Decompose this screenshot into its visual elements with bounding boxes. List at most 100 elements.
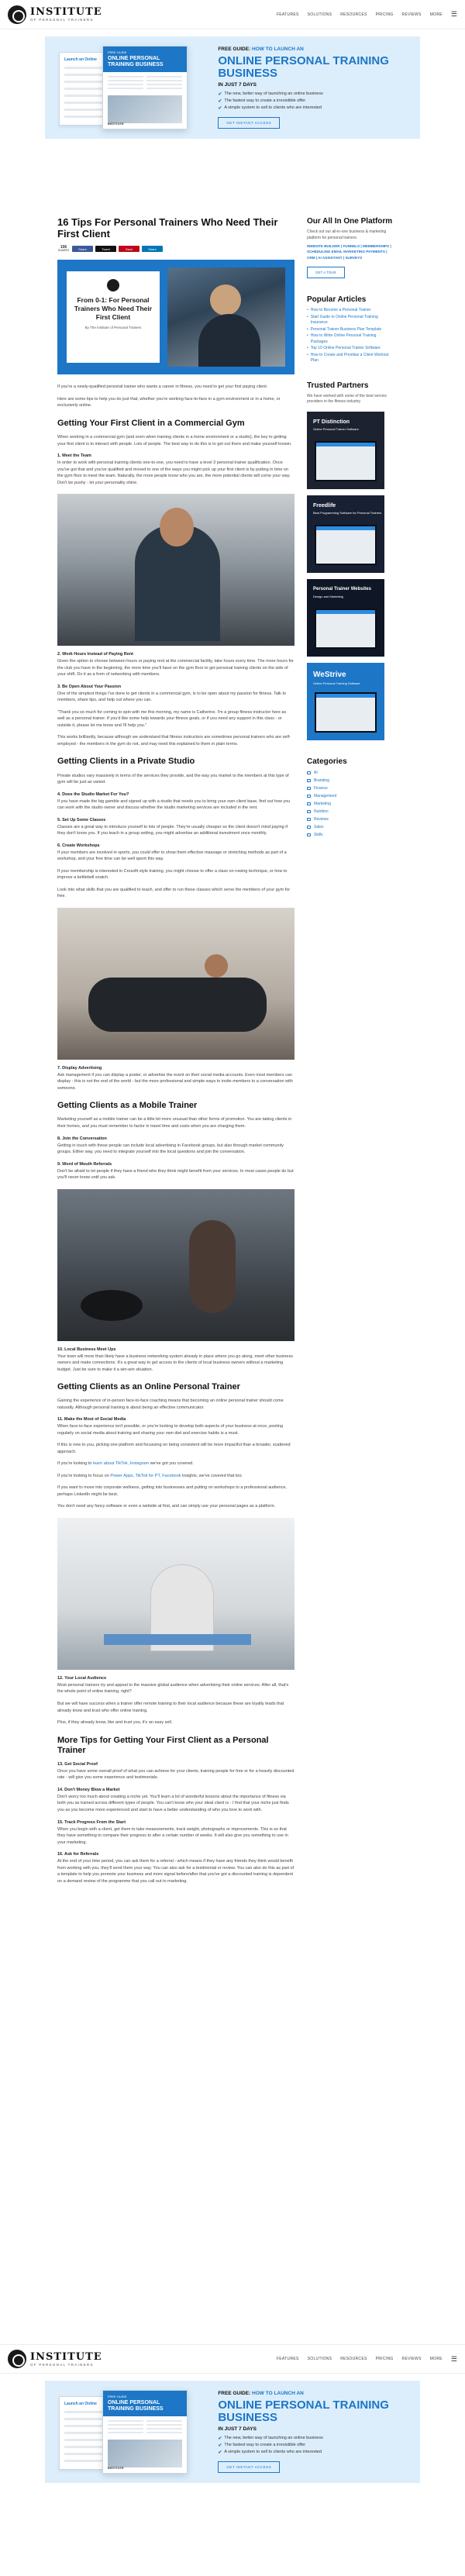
pinterest-save-button[interactable]: Save [119, 246, 140, 253]
linkedin-share-button[interactable]: Share [142, 246, 163, 253]
check-icon: ✔ [218, 105, 222, 111]
share-bar: 106 SHARES Share Tweet Save Share [57, 245, 294, 253]
tip-title: 14. Don't Money Blow a Market [57, 1787, 120, 1792]
site-logo[interactable]: INSTITUTE OF PERSONAL TRAINERS [8, 2350, 102, 2368]
category-link[interactable]: Skills [307, 833, 394, 837]
categories-title: Categories [307, 757, 347, 766]
partner-ad-freedlife[interactable]: Freedlife Best Programming Software for … [307, 495, 384, 573]
nav-resources[interactable]: RESOURCES [340, 2357, 367, 2361]
tip-title: 13. Get Social Proof [57, 1761, 98, 1767]
partners-title: Trusted Partners [307, 381, 369, 390]
platform-text: Check out our all-in-one business & mark… [307, 229, 387, 240]
category-link[interactable]: Management [307, 794, 394, 798]
tip-text: At the end of your time period, you can … [57, 1859, 294, 1884]
get-access-button[interactable]: GET INSTANT ACCESS [218, 2460, 281, 2473]
partner-ad-ptdistinction[interactable]: PT Distinction Online Personal Trainer S… [307, 411, 384, 489]
category-link[interactable]: Branding [307, 778, 394, 783]
category-link[interactable]: Reviews [307, 817, 394, 822]
tip-title: 16. Ask for Referrals [57, 1852, 99, 1857]
guide-image [108, 95, 182, 124]
nav-features[interactable]: FEATURES [277, 2357, 299, 2361]
tip-text: Getting in touch with these people can i… [57, 1143, 284, 1155]
nav-solutions[interactable]: SOLUTIONS [308, 12, 332, 17]
tip-text: When you begin with a client, get them t… [57, 1826, 288, 1845]
resource-link[interactable]: learn about TikTok, Instagram [93, 1461, 149, 1466]
paragraph: Look into what skills that you are quali… [57, 887, 291, 899]
tip-text: In order to work with personal training … [57, 460, 291, 485]
nav-solutions[interactable]: SOLUTIONS [308, 2357, 332, 2361]
popular-article-link[interactable]: • How to Become a Personal Trainer [307, 308, 394, 314]
nav-pricing[interactable]: PRICING [376, 12, 394, 17]
paragraph: Plus, if they already know, like and tru… [57, 1720, 173, 1726]
facebook-share-button[interactable]: Share [72, 246, 93, 253]
footer-area: INSTITUTE OF PERSONAL TRAINERS FEATURES … [0, 2344, 465, 2490]
platform-features[interactable]: WEBSITE BUILDER | FUNNELS | MEMBERSHIPS … [307, 243, 394, 260]
footer-promo-section: Launch an Online FREE GUIDE ONLINE PERSO… [0, 2374, 465, 2490]
paragraph: If this is new to you, picking one platf… [57, 1443, 291, 1454]
folder-icon [307, 825, 311, 829]
main-content: 16 Tips For Personal Trainers Who Need T… [0, 146, 465, 1885]
category-link[interactable]: Nutrition [307, 809, 394, 814]
promo-eyebrow: FREE GUIDE: HOW TO LAUNCH AN [218, 2391, 304, 2397]
promo-eyebrow: FREE GUIDE: HOW TO LAUNCH AN [218, 47, 304, 53]
intro-paragraph: Here are some tips to help you do just t… [57, 396, 281, 409]
folder-icon [307, 778, 311, 782]
category-list: AI Branding Finance Management Marketing… [307, 771, 394, 837]
menu-icon[interactable]: ☰ [451, 2355, 457, 2364]
category-link[interactable]: Finance [307, 786, 394, 791]
nav-reviews[interactable]: REVIEWS [402, 2357, 422, 2361]
check-icon: ✔ [218, 91, 222, 97]
tip-text: When face-to-face experience isn't possi… [57, 1424, 284, 1436]
menu-icon[interactable]: ☰ [451, 10, 457, 19]
partner-ad-pt-websites[interactable]: Personal Trainer Websites Design and Mar… [307, 578, 384, 657]
footer-header: INSTITUTE OF PERSONAL TRAINERS FEATURES … [0, 2344, 465, 2374]
nav-more[interactable]: MORE [430, 2357, 443, 2361]
page: INSTITUTE OF PERSONAL TRAINERS FEATURES … [0, 0, 465, 2576]
site-logo[interactable]: INSTITUTE OF PERSONAL TRAINERS [8, 5, 102, 24]
tip-title: 4. Does the Studio Market For You? [57, 791, 129, 797]
popular-article-link[interactable]: • Start Guide to Online Personal Training… [307, 315, 394, 326]
nav-pricing[interactable]: PRICING [376, 2357, 394, 2361]
partner-ad-westrive[interactable]: WeStrive Online Personal Training Softwa… [307, 662, 384, 740]
promo-banner: Launch an Online FREE GUIDE ONLINE PERSO… [45, 2381, 420, 2483]
paragraph: If your membership is interested in Cros… [57, 868, 288, 881]
tip-title: 15. Track Progress From the Start [57, 1819, 126, 1825]
get-access-button[interactable]: GET INSTANT ACCESS [218, 116, 281, 129]
nav-features[interactable]: FEATURES [277, 12, 299, 17]
tip-title: 11. Make the Most of Social Media [57, 1417, 126, 1422]
promo-benefit: ✔ The new, better way of launching an onl… [218, 2436, 323, 2441]
tip-title: 10. Local Business Meet Ups [57, 1347, 116, 1352]
category-link[interactable]: AI [307, 771, 394, 775]
tip-title: 1. Meet the Team [57, 453, 91, 459]
gym-photo [57, 1188, 294, 1341]
nav-resources[interactable]: RESOURCES [340, 12, 367, 17]
resource-link[interactable]: Power Apps, TikTok for PT, Facebook [110, 1474, 181, 1478]
promo-benefit: ✔ The fastest way to create a irresistibl… [218, 98, 306, 104]
promo-copy: FREE GUIDE: HOW TO LAUNCH AN ONLINE PERS… [218, 2391, 409, 2473]
popular-article-link[interactable]: • Personal Trainer Business Plan Template [307, 327, 394, 333]
get-tour-button[interactable]: GET A TOUR [307, 267, 345, 279]
sidebar: Our All In One Platform Check out our al… [307, 217, 394, 1885]
logo-wordmark: INSTITUTE [30, 6, 102, 18]
popular-article-link[interactable]: • How to Write Online Personal Training P… [307, 333, 394, 345]
hero-image: From 0-1: For Personal Trainers Who Need… [57, 260, 294, 375]
popular-article-link[interactable]: • How to Create and Prioritise a Client W… [307, 353, 394, 364]
guide-mockup: Launch an Online FREE GUIDE ONLINE PERSO… [56, 2388, 208, 2475]
check-icon: ✔ [218, 2436, 222, 2441]
footer-nav: FEATURES SOLUTIONS RESOURCES PRICING REV… [277, 2355, 457, 2364]
nav-more[interactable]: MORE [430, 12, 443, 17]
tip-title: 9. Word of Mouth Referrals [57, 1161, 112, 1167]
tip-title: 12. Your Local Audience [57, 1675, 107, 1681]
folder-icon [307, 794, 311, 798]
nav-reviews[interactable]: REVIEWS [402, 12, 422, 17]
category-link[interactable]: Marketing [307, 802, 394, 806]
tip-title: 8. Join the Conversation [57, 1136, 107, 1141]
logo-tagline: OF PERSONAL TRAINERS [30, 18, 94, 22]
twitter-share-button[interactable]: Tweet [95, 246, 116, 253]
gym-photo [57, 494, 294, 647]
guide-page-front: FREE GUIDE ONLINE PERSONAL TRAINING BUSI… [102, 46, 188, 129]
category-link[interactable]: Sales [307, 825, 394, 829]
section-heading: More Tips for Getting Your First Client … [57, 1735, 269, 1755]
popular-article-link[interactable]: • Top 10 Online Personal Trainer Software [307, 346, 394, 352]
folder-icon [307, 809, 311, 813]
